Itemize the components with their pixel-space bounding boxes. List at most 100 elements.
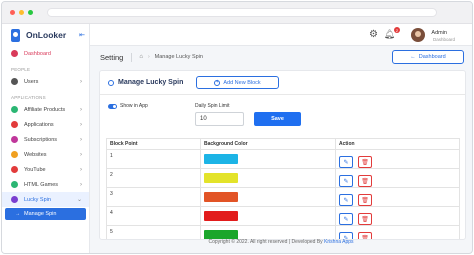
maximize-dot[interactable]	[28, 10, 33, 15]
sidebar-item-label: Subscriptions	[24, 136, 58, 143]
avatar[interactable]	[411, 28, 425, 42]
delete-button[interactable]: 🗑︎	[358, 175, 372, 187]
action-group: ✎ 🗑︎	[339, 153, 459, 168]
delete-button[interactable]: 🗑︎	[358, 156, 372, 168]
top-bar: ⚙ 🔔︎ 2 Admin Dashboard	[90, 24, 472, 46]
chevron-right-icon: ›	[80, 166, 82, 173]
chevron-right-icon: ›	[80, 78, 82, 85]
table-header-row: Block Point Background Color Action	[107, 139, 459, 150]
page-title: Setting	[100, 52, 133, 62]
notification-badge: 2	[394, 27, 400, 33]
user-name: Admin	[431, 30, 447, 36]
sidebar-subitem-label: Manage Spin	[24, 211, 57, 217]
home-icon[interactable]: ⌂	[139, 54, 143, 60]
color-cell	[201, 150, 336, 168]
edit-icon: ✎	[343, 159, 349, 166]
show-in-app-label: Show in App	[120, 103, 148, 109]
button-label: Add New Block	[223, 79, 261, 86]
globe-icon	[11, 151, 18, 158]
sidebar-item-lucky-spin[interactable]: Lucky Spin ⌄	[2, 192, 89, 207]
copyright-text: Copyright © 2022. All right reserved | D…	[208, 239, 323, 245]
bell-icon	[11, 136, 18, 143]
sidebar-item-label: Dashboard	[24, 50, 51, 57]
action-cell: ✎ 🗑︎	[336, 169, 459, 187]
circle-dot-icon	[108, 79, 114, 86]
show-in-app-toggle[interactable]	[108, 104, 117, 109]
color-cell	[201, 169, 336, 187]
block-point-cell: 5	[107, 226, 201, 239]
action-group: ✎ 🗑︎	[339, 191, 459, 206]
trash-icon: 🗑︎	[361, 216, 369, 223]
daily-spin-limit-label: Daily Spin Limit	[195, 103, 230, 109]
sidebar-item-youtube[interactable]: YouTube ›	[2, 162, 89, 177]
sidebar-toggle-icon[interactable]: ⇤	[79, 31, 85, 39]
close-dot[interactable]	[10, 10, 15, 15]
column-header: Action	[339, 141, 355, 147]
apps-icon	[11, 121, 18, 128]
save-button[interactable]: Save	[254, 112, 301, 126]
page-header: Setting ⌂ › Manage Lucky Spin ← Dashboar…	[90, 46, 472, 68]
column-header: Block Point	[107, 139, 201, 149]
lucky-spin-card: Manage Lucky Spin + Add New Block Show i…	[99, 70, 466, 240]
footer: Copyright © 2022. All right reserved | D…	[90, 239, 472, 245]
sidebar-item-subscriptions[interactable]: Subscriptions ›	[2, 132, 89, 147]
sidebar-item-label: Lucky Spin	[24, 196, 51, 203]
color-cell	[201, 226, 336, 239]
card-header: Manage Lucky Spin + Add New Block	[100, 71, 465, 95]
action-cell: ✎ 🗑︎	[336, 150, 459, 168]
sidebar-item-label: Applications	[24, 121, 54, 128]
minimize-dot[interactable]	[19, 10, 24, 15]
edit-button[interactable]: ✎	[339, 213, 353, 225]
spin-wheel-icon	[11, 196, 18, 203]
youtube-icon	[11, 166, 18, 173]
breadcrumb: Manage Lucky Spin	[154, 54, 203, 60]
action-cell: ✎ 🗑︎	[336, 207, 459, 225]
phone-logo-icon	[11, 28, 20, 42]
delete-button[interactable]: 🗑︎	[358, 194, 372, 206]
sidebar-item-users[interactable]: Users ›	[2, 74, 89, 89]
table-row: 2 ✎ 🗑︎	[107, 169, 459, 188]
edit-button[interactable]: ✎	[339, 175, 353, 187]
back-to-dashboard-button[interactable]: ← Dashboard	[392, 50, 464, 64]
sidebar-item-websites[interactable]: Websites ›	[2, 147, 89, 162]
block-point-cell: 2	[107, 169, 201, 187]
arrow-icon: →	[15, 211, 20, 217]
block-point-cell: 3	[107, 188, 201, 206]
cart-icon	[11, 106, 18, 113]
add-new-block-button[interactable]: + Add New Block	[196, 76, 279, 89]
developer-link[interactable]: Krishna Apps	[324, 239, 353, 245]
edit-button[interactable]: ✎	[339, 156, 353, 168]
action-cell: ✎ 🗑︎	[336, 226, 459, 239]
action-group: ✎ 🗑︎	[339, 172, 459, 187]
sidebar-item-dashboard[interactable]: Dashboard	[2, 46, 89, 61]
trash-icon: 🗑︎	[361, 159, 369, 166]
delete-button[interactable]: 🗑︎	[358, 213, 372, 225]
sidebar-item-label: HTML Games	[24, 181, 59, 188]
sidebar-item-applications[interactable]: Applications ›	[2, 117, 89, 132]
sidebar-item-affiliate-products[interactable]: Affiliate Products ›	[2, 102, 89, 117]
chevron-right-icon: ›	[80, 151, 82, 158]
color-swatch	[204, 173, 238, 183]
trash-icon: 🗑︎	[361, 178, 369, 185]
sidebar: OnLooker ⇤ Dashboard PEOPLE Users › APPL…	[2, 24, 90, 253]
sidebar-subitem-manage-spin[interactable]: → Manage Spin	[5, 208, 86, 220]
table-row: 5 ✎ 🗑︎	[107, 226, 459, 239]
breadcrumb-separator-icon: ›	[147, 54, 150, 60]
gear-icon[interactable]: ⚙	[369, 29, 378, 40]
chevron-right-icon: ›	[80, 181, 82, 188]
column-header: Background Color	[201, 139, 336, 149]
address-bar[interactable]	[47, 8, 437, 17]
edit-icon: ✎	[343, 178, 349, 185]
edit-icon: ✎	[343, 197, 349, 204]
section-people: PEOPLE	[11, 67, 31, 72]
table-row: 3 ✎ 🗑︎	[107, 188, 459, 207]
dashboard-icon	[11, 50, 18, 57]
blocks-table: Block Point Background Color Action 1 ✎ …	[106, 138, 460, 239]
daily-spin-limit-input[interactable]: 10	[195, 112, 244, 126]
edit-button[interactable]: ✎	[339, 194, 353, 206]
sidebar-item-html-games[interactable]: HTML Games ›	[2, 177, 89, 192]
section-applications: APPLICATIONS	[11, 95, 46, 100]
sidebar-item-label: Users	[24, 78, 39, 85]
color-swatch	[204, 211, 238, 221]
browser-window: OnLooker ⇤ Dashboard PEOPLE Users › APPL…	[1, 1, 473, 254]
